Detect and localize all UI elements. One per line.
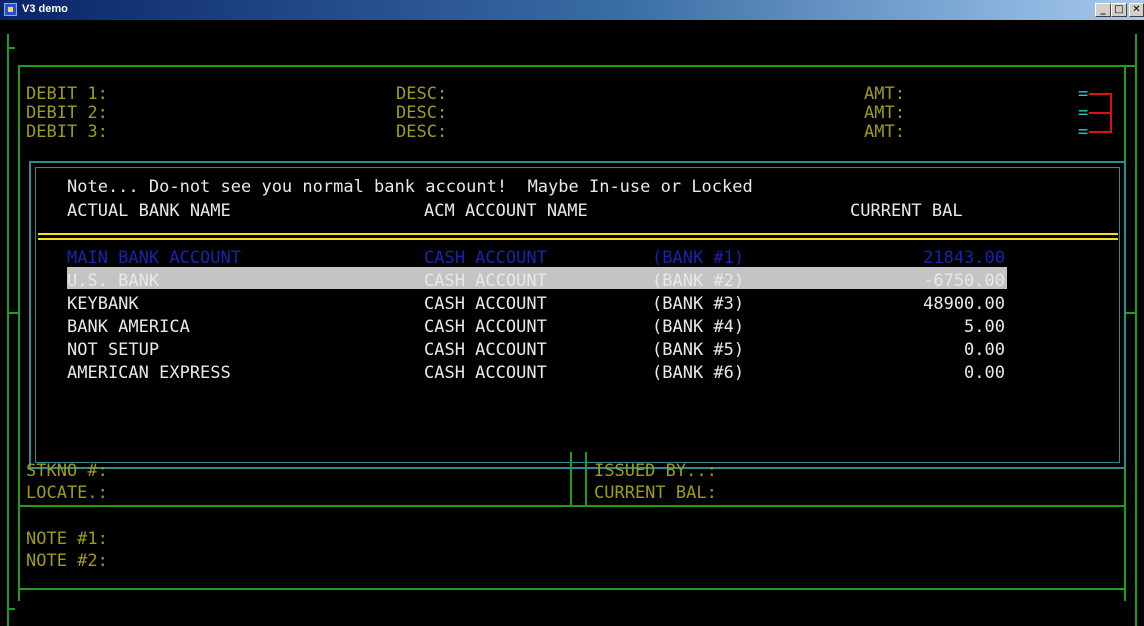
divider-bottom	[18, 588, 1126, 590]
row-bank-name: U.S. BANK	[67, 271, 160, 291]
row-balance: 48900.00	[923, 294, 1005, 314]
row-bank-name: BANK AMERICA	[67, 317, 190, 337]
row-balance: 0.00	[964, 363, 1005, 383]
bracket-line	[1089, 131, 1112, 133]
note-2-label: NOTE #2:	[26, 551, 108, 571]
row-bank-name: AMERICAN EXPRESS	[67, 363, 231, 383]
window-title: V3 demo	[22, 3, 68, 15]
close-button[interactable]: ✕	[1129, 3, 1144, 17]
dialog-note: Note... Do-not see you normal bank accou…	[67, 177, 753, 197]
locate-label: LOCATE.:	[26, 483, 108, 503]
header-separator	[38, 233, 1118, 235]
maximize-button[interactable]: □	[1111, 3, 1127, 17]
row-bank-name: MAIN BANK ACCOUNT	[67, 248, 241, 268]
row-bank-number: (BANK #5)	[652, 340, 745, 360]
app-icon[interactable]	[4, 3, 17, 16]
row-account: CASH ACCOUNT	[424, 271, 547, 291]
row-bank-name: NOT SETUP	[67, 340, 160, 360]
row-bank-number: (BANK #2)	[652, 271, 745, 291]
bracket-line	[1089, 93, 1112, 95]
minimize-button[interactable]: _	[1095, 3, 1111, 17]
note-1-label: NOTE #1:	[26, 529, 108, 549]
frame-tick	[7, 47, 15, 49]
frame-tick-bottom	[7, 608, 15, 610]
header-current-bal: CURRENT BAL	[850, 201, 963, 221]
row-balance: 21843.00	[923, 248, 1005, 268]
row-bank-number: (BANK #1)	[652, 248, 745, 268]
row-account: CASH ACCOUNT	[424, 294, 547, 314]
row-bank-number: (BANK #4)	[652, 317, 745, 337]
current-bal-label: CURRENT BAL:	[594, 483, 717, 503]
bracket-vertical	[1110, 93, 1112, 133]
row-account: CASH ACCOUNT	[424, 340, 547, 360]
frame-tick-left	[7, 312, 18, 314]
row-balance: 0.00	[964, 340, 1005, 360]
debit-3-marker: =	[1078, 122, 1089, 142]
row-account: CASH ACCOUNT	[424, 317, 547, 337]
issued-by-label: ISSUED BY..:	[594, 461, 717, 481]
frame-tick-right	[1126, 312, 1135, 314]
debit-3-label: DEBIT 3:	[26, 122, 108, 142]
header-separator	[38, 238, 1118, 240]
debit-3-amt: AMT:	[864, 122, 905, 142]
stkno-label: STKNO #:	[26, 461, 108, 481]
terminal-screen[interactable]: DEBIT 1: DEBIT 2: DEBIT 3: DESC: DESC: D…	[0, 20, 1144, 626]
header-acm-name: ACM ACCOUNT NAME	[424, 201, 588, 221]
frame-left-border	[7, 34, 9, 626]
divider-notes	[18, 505, 1126, 507]
row-bank-number: (BANK #6)	[652, 363, 745, 383]
row-balance: 5.00	[964, 317, 1005, 337]
row-bank-name: KEYBANK	[67, 294, 139, 314]
debit-3-desc: DESC:	[396, 122, 448, 142]
divider-top	[18, 65, 1135, 67]
frame-right-border	[1135, 34, 1137, 626]
row-balance: -6750.00	[923, 271, 1005, 291]
header-bank-name: ACTUAL BANK NAME	[67, 201, 231, 221]
row-account: CASH ACCOUNT	[424, 248, 547, 268]
row-account: CASH ACCOUNT	[424, 363, 547, 383]
bracket-line	[1089, 112, 1112, 114]
window-title-bar[interactable]: V3 demo _ □ ✕	[0, 0, 1144, 20]
row-bank-number: (BANK #3)	[652, 294, 745, 314]
frame-inner-left	[18, 65, 20, 601]
